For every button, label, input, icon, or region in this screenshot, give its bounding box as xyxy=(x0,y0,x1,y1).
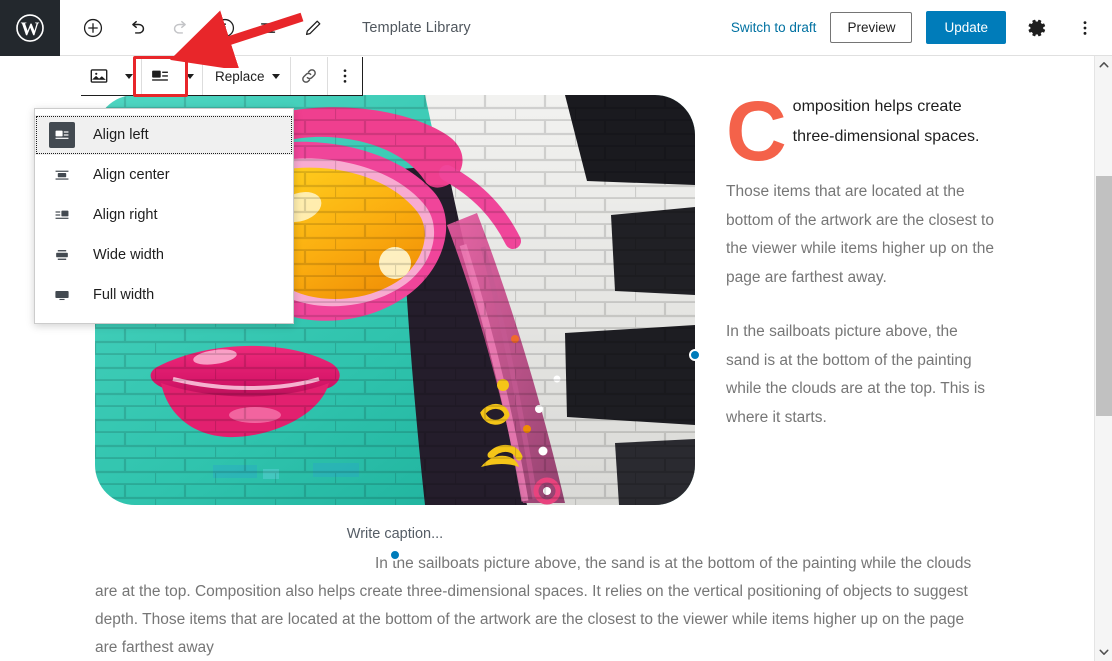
menu-item-align-center[interactable]: Align center xyxy=(35,155,293,195)
scrollbar-thumb[interactable] xyxy=(1096,176,1112,416)
replace-group: Replace xyxy=(203,57,291,95)
header-tool-group xyxy=(60,9,332,47)
update-button[interactable]: Update xyxy=(926,11,1006,44)
block-type-chevron-down-icon[interactable] xyxy=(117,58,141,95)
header-actions: Switch to draft Preview Update xyxy=(731,11,1112,45)
scroll-down-chevron-down-icon[interactable] xyxy=(1095,643,1112,661)
menu-item-label: Align left xyxy=(93,127,149,143)
align-control-group xyxy=(142,57,203,95)
wordpress-block-editor: W Template Library Switch to draft Previ… xyxy=(0,0,1112,661)
wide-width-icon xyxy=(49,242,75,268)
undo-button[interactable] xyxy=(118,9,156,47)
right-paragraph-2[interactable]: In the sailboats picture above, the sand… xyxy=(726,318,994,432)
menu-item-label: Align center xyxy=(93,167,170,183)
menu-item-label: Align right xyxy=(93,207,158,223)
preview-button[interactable]: Preview xyxy=(830,12,913,43)
align-center-icon xyxy=(49,162,75,188)
switch-to-draft-button[interactable]: Switch to draft xyxy=(731,20,817,35)
list-view-button[interactable] xyxy=(250,9,288,47)
align-left-icon xyxy=(49,122,75,148)
block-more-options-icon[interactable] xyxy=(328,58,362,95)
menu-item-align-left[interactable]: Align left xyxy=(35,115,293,155)
dropcap-letter: C xyxy=(726,84,787,178)
svg-text:W: W xyxy=(21,18,40,39)
wordpress-logo-icon[interactable]: W xyxy=(0,0,60,56)
dropcap-paragraph[interactable]: Composition helps create three-dimension… xyxy=(726,89,994,173)
add-block-button[interactable] xyxy=(74,9,112,47)
menu-item-wide-width[interactable]: Wide width xyxy=(35,235,293,275)
block-more-group xyxy=(328,57,362,95)
right-text-column: Composition helps create three-dimension… xyxy=(726,89,994,432)
editor-header: W Template Library Switch to draft Previ… xyxy=(0,0,1112,56)
align-right-icon xyxy=(49,202,75,228)
edit-button[interactable] xyxy=(294,9,332,47)
menu-item-align-right[interactable]: Align right xyxy=(35,195,293,235)
align-left-icon[interactable] xyxy=(142,58,178,95)
details-button[interactable] xyxy=(206,9,244,47)
right-paragraph-1[interactable]: Those items that are located at the bott… xyxy=(726,178,994,292)
resize-handle-right[interactable] xyxy=(689,349,701,361)
dropcap-paragraph-text: omposition helps create three-dimensiona… xyxy=(792,98,980,145)
menu-item-label: Wide width xyxy=(93,247,164,263)
link-group xyxy=(291,57,328,95)
replace-label: Replace xyxy=(215,68,265,84)
image-caption-placeholder[interactable]: Write caption... xyxy=(95,526,695,542)
gear-icon[interactable] xyxy=(1020,11,1054,45)
full-width-icon xyxy=(49,282,75,308)
menu-item-label: Full width xyxy=(93,287,155,303)
link-icon[interactable] xyxy=(291,58,327,95)
block-toolbar: Replace xyxy=(81,57,363,96)
align-chevron-down-icon[interactable] xyxy=(178,58,202,95)
page-title: Template Library xyxy=(362,19,471,36)
more-options-icon[interactable] xyxy=(1068,11,1102,45)
redo-button[interactable] xyxy=(162,9,200,47)
menu-item-full-width[interactable]: Full width xyxy=(35,275,293,315)
scroll-up-chevron-up-icon[interactable] xyxy=(1095,56,1112,74)
align-dropdown-menu: Align left Align center Align right Wide… xyxy=(34,108,294,324)
replace-chevron-down-icon[interactable] xyxy=(271,73,280,79)
resize-handle-bottom[interactable] xyxy=(389,549,401,561)
vertical-scrollbar[interactable] xyxy=(1094,56,1112,661)
image-icon[interactable] xyxy=(81,58,117,95)
block-type-group xyxy=(81,57,142,95)
bottom-paragraph[interactable]: In the sailboats picture above, the sand… xyxy=(95,550,979,661)
replace-button[interactable]: Replace xyxy=(203,58,290,95)
